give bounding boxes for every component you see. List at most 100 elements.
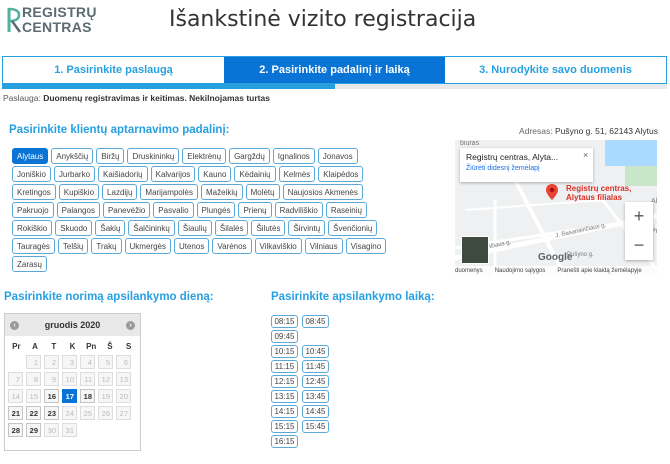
branch-chip[interactable]: Gargždų [229, 148, 270, 164]
registru-centras-logo[interactable]: REGISTRŲ CENTRAS [6, 4, 96, 38]
branch-chip[interactable]: Anykščių [51, 148, 94, 164]
calendar-day[interactable]: 28 [8, 423, 23, 437]
branch-chip[interactable]: Šilutės [251, 220, 286, 236]
time-slot[interactable]: 13:45 [302, 390, 329, 403]
calendar-day[interactable]: 23 [44, 406, 59, 420]
view-larger-map-link[interactable]: Žiūrėti didesnį žemėlapį [466, 165, 587, 172]
branch-chip[interactable]: Mažeikių [200, 184, 243, 200]
time-slot[interactable]: 14:15 [271, 405, 298, 418]
branch-chip[interactable]: Biržų [96, 148, 125, 164]
calendar-day[interactable]: 16 [44, 389, 59, 403]
step-3-enter-details[interactable]: 3. Nurodykite savo duomenis [445, 57, 666, 83]
time-slot[interactable]: 13:15 [271, 390, 298, 403]
time-slot[interactable]: 10:45 [302, 345, 329, 358]
branch-chip[interactable]: Druskininkų [127, 148, 180, 164]
branch-chip[interactable]: Pakruojo [12, 202, 54, 218]
branch-chip[interactable]: Šilalės [214, 220, 249, 236]
calendar-day[interactable]: 29 [26, 423, 41, 437]
branch-chip[interactable]: Kalvarijos [150, 166, 196, 182]
time-slot-list: 08:15 08:45 09:45 10:15 10:45 11:15 11:45 12:15… [271, 315, 329, 448]
prev-month-button[interactable]: ‹ [10, 320, 19, 330]
map-pin-label: Registrų centras, Alytaus filialas [566, 184, 632, 202]
branch-chip[interactable]: Širvintų [288, 220, 326, 236]
report-error-link[interactable]: Pranešti apie klaidą žemėlapyje [557, 268, 641, 274]
date-picker: ‹ gruodis 2020 › Pr A T K Pn Š S 1 2 3 4 5 6 7 8 9 10 11… [4, 313, 141, 451]
branch-chip[interactable]: Jonavos [317, 148, 358, 164]
zoom-out-button[interactable]: − [625, 231, 653, 260]
branch-chip[interactable]: Utenos [173, 238, 210, 254]
calendar-days: 1 2 3 4 5 6 7 8 9 10 11 12 13 14 15 16 17 18 19 20 21 22 23 24 2… [5, 355, 140, 437]
branch-chip[interactable]: Ignalinos [272, 148, 315, 164]
branch-chip[interactable]: Raseinių [325, 202, 367, 218]
branch-chip[interactable]: Skuodo [55, 220, 93, 236]
branch-chip[interactable]: Vilniaus [304, 238, 343, 254]
branch-chip[interactable]: Pasvalio [153, 202, 194, 218]
branch-chip[interactable]: Švenčionių [328, 220, 378, 236]
branch-chip[interactable]: Prienų [238, 202, 272, 218]
branch-chip[interactable]: Joniškio [12, 166, 51, 182]
branch-chip[interactable]: Alytaus [12, 148, 49, 164]
branch-chip[interactable]: Šakių [95, 220, 126, 236]
map-pin-icon[interactable] [546, 184, 558, 200]
branch-chip[interactable]: Kelmės [278, 166, 316, 182]
branch-chip[interactable]: Varėnos [212, 238, 252, 254]
next-month-button[interactable]: › [126, 320, 135, 330]
weekday-label: Pr [12, 342, 21, 351]
branch-chip[interactable]: Klaipėdos [318, 166, 364, 182]
branch-chip[interactable]: Marijampolės [140, 184, 198, 200]
time-slot[interactable]: 08:15 [271, 315, 298, 328]
branch-chip[interactable]: Kėdainių [234, 166, 276, 182]
step-1-select-service[interactable]: 1. Pasirinkite paslaugą [3, 57, 224, 83]
branch-chip[interactable]: Kauno [198, 166, 232, 182]
service-label: Paslauga: [3, 93, 41, 103]
branch-chip[interactable]: Vilkaviškio [254, 238, 302, 254]
time-slot[interactable]: 12:15 [271, 375, 298, 388]
branch-chip[interactable]: Ukmergės [124, 238, 171, 254]
branch-chip[interactable]: Zarasų [12, 256, 47, 272]
branch-chip[interactable]: Plungės [196, 202, 236, 218]
branch-chip[interactable]: Rokiškio [12, 220, 53, 236]
calendar-day[interactable]: 21 [8, 406, 23, 420]
branch-chip[interactable]: Panevėžio [102, 202, 151, 218]
calendar-day[interactable]: 18 [80, 389, 95, 403]
time-slot[interactable]: 15:45 [302, 420, 329, 433]
time-slot[interactable]: 16:15 [271, 435, 298, 448]
branch-chip[interactable]: Palangos [56, 202, 100, 218]
weekday-label: S [125, 342, 132, 351]
branch-chip[interactable]: Tauragės [12, 238, 55, 254]
time-slot[interactable]: 08:45 [302, 315, 329, 328]
calendar-day[interactable]: 22 [26, 406, 41, 420]
close-icon[interactable]: × [583, 150, 588, 160]
calendar-day: 11 [80, 372, 95, 386]
calendar-day-selected[interactable]: 17 [62, 389, 77, 403]
branch-chip[interactable]: Jurbarko [53, 166, 96, 182]
branch-chip[interactable]: Šiaulių [177, 220, 212, 236]
branch-chip[interactable]: Kaišiadorių [98, 166, 148, 182]
time-slot[interactable]: 14:45 [302, 405, 329, 418]
branch-chip[interactable]: Elektrėnų [182, 148, 227, 164]
branch-chip[interactable]: Kupiškio [58, 184, 100, 200]
terms-link[interactable]: Naudojimo sąlygos [495, 268, 546, 274]
branch-chip[interactable]: Naujosios Akmenės [282, 184, 363, 200]
satellite-toggle[interactable] [461, 236, 489, 264]
branch-chip[interactable]: Radviliškio [274, 202, 323, 218]
branch-chip[interactable]: Telšių [57, 238, 89, 254]
time-slot[interactable]: 15:15 [271, 420, 298, 433]
branch-chip[interactable]: Molėtų [245, 184, 280, 200]
calendar-day: 2 [44, 355, 59, 369]
calendar-day: 19 [98, 389, 113, 403]
time-slot[interactable]: 11:15 [271, 360, 298, 373]
branch-chip[interactable]: Lazdijų [102, 184, 138, 200]
time-slot[interactable]: 09:45 [271, 330, 298, 343]
branch-chip[interactable]: Visagino [345, 238, 387, 254]
branch-chip[interactable]: Kretingos [12, 184, 56, 200]
calendar-day: 20 [116, 389, 131, 403]
time-slot[interactable]: 12:45 [302, 375, 329, 388]
zoom-in-button[interactable]: + [625, 202, 653, 231]
calendar-day: 4 [80, 355, 95, 369]
branch-chip[interactable]: Šalčininkų [128, 220, 175, 236]
time-slot[interactable]: 10:15 [271, 345, 298, 358]
step-2-select-branch-time[interactable]: 2. Pasirinkite padalinį ir laiką [224, 57, 445, 83]
time-slot[interactable]: 11:45 [302, 360, 329, 373]
branch-chip[interactable]: Trakų [91, 238, 122, 254]
